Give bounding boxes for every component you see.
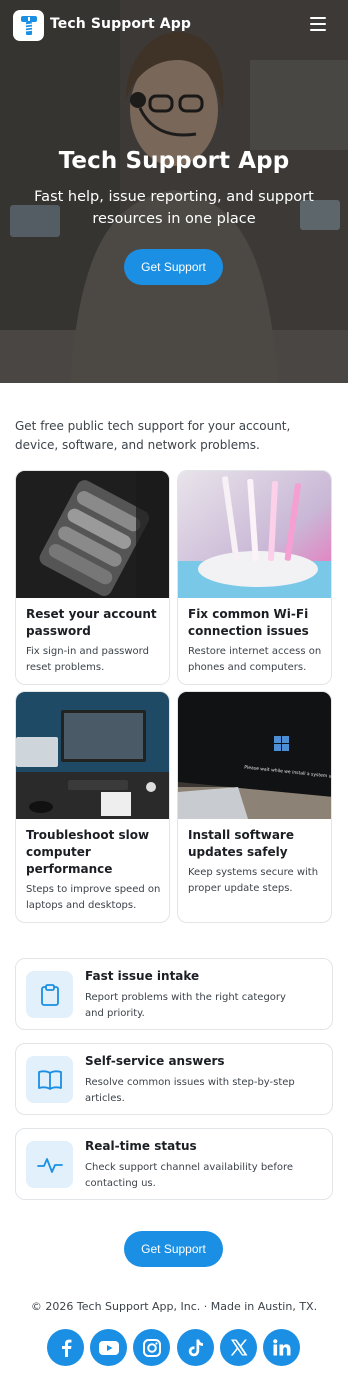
password-lock-photo (16, 471, 169, 598)
top-navigation-bar: Tech Support App (0, 0, 348, 52)
card-software-updates[interactable]: Please wait while we install a system up… (177, 691, 332, 923)
desk-setup-photo (16, 692, 169, 819)
hero-title: Tech Support App (58, 148, 290, 174)
card-slow-computer[interactable]: Troubleshoot slow computer performance S… (15, 691, 170, 923)
card-title: Troubleshoot slow computer performance (26, 828, 150, 876)
youtube-icon (98, 1340, 119, 1355)
app-logo[interactable] (13, 10, 44, 41)
linkedin-icon (272, 1339, 290, 1356)
linkedin-link[interactable] (263, 1329, 300, 1366)
feature-description: Check support channel availability befor… (85, 1162, 294, 1189)
card-description: Restore internet access on phones and co… (188, 646, 322, 673)
youtube-link[interactable] (90, 1329, 127, 1366)
x-link[interactable] (220, 1329, 257, 1366)
feature-description: Resolve common issues with step-by-step … (85, 1077, 295, 1104)
card-title: Fix common Wi-Fi connection issues (188, 607, 309, 638)
card-title: Install software updates safely (188, 828, 294, 859)
activity-icon (26, 1141, 73, 1188)
card-description: Steps to improve speed on laptops and de… (26, 884, 161, 911)
card-description: Fix sign-in and password reset problems. (26, 646, 149, 673)
facebook-link[interactable] (47, 1329, 84, 1366)
feature-description: Report problems with the right category … (85, 992, 286, 1019)
footer-copyright: © 2026 Tech Support App, Inc. · Made in … (30, 1300, 318, 1313)
feature-title: Real-time status (85, 1139, 197, 1153)
instagram-link[interactable] (133, 1329, 170, 1366)
card-description: Keep systems secure with proper update s… (188, 867, 319, 894)
hero-section: Tech Support App Tech Support App Fast h… (0, 0, 348, 383)
instagram-icon (142, 1338, 161, 1357)
feature-title: Self-service answers (85, 1054, 225, 1068)
tiktok-icon (188, 1339, 203, 1356)
card-wifi-issues[interactable]: Fix common Wi-Fi connection issues Resto… (177, 470, 332, 685)
feature-real-time-status: Real-time status Check support channel a… (15, 1128, 333, 1200)
feature-self-service-answers: Self-service answers Resolve common issu… (15, 1043, 333, 1115)
feature-fast-issue-intake: Fast issue intake Report problems with t… (15, 958, 333, 1030)
intro-text: Get free public tech support for your ac… (15, 419, 291, 452)
feature-title: Fast issue intake (85, 969, 200, 983)
hero-subtitle: Fast help, issue reporting, and support … (34, 189, 314, 227)
brand-name[interactable]: Tech Support App (50, 16, 191, 32)
wifi-router-photo (178, 471, 331, 598)
book-icon (26, 1056, 73, 1103)
card-title: Reset your account password (26, 607, 157, 638)
facebook-icon (61, 1339, 71, 1357)
hamburger-menu-icon[interactable] (310, 17, 326, 31)
card-reset-password[interactable]: Reset your account password Fix sign-in … (15, 470, 170, 685)
screw-icon (20, 15, 37, 35)
clipboard-icon (26, 971, 73, 1018)
x-icon (230, 1339, 247, 1356)
bottom-get-support-button[interactable]: Get Support (124, 1231, 223, 1267)
laptop-update-photo: Please wait while we install a system up… (178, 692, 331, 819)
tiktok-link[interactable] (177, 1329, 214, 1366)
hero-get-support-button[interactable]: Get Support (124, 249, 223, 285)
